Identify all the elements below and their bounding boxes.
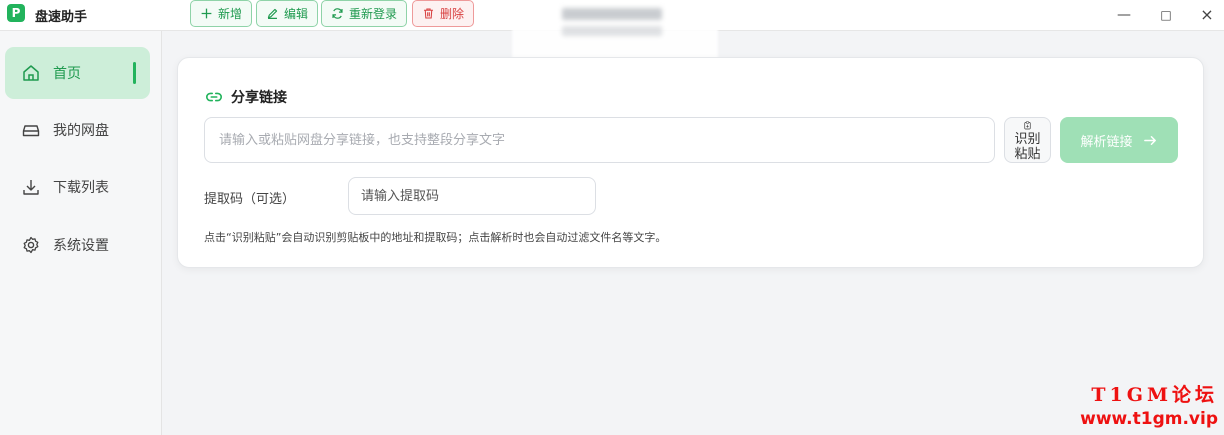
sidebar-item-label: 下载列表 — [53, 180, 109, 196]
sidebar-item-settings[interactable]: 系统设置 — [5, 219, 150, 271]
relogin-button-label: 重新登录 — [349, 7, 398, 21]
relogin-button[interactable]: 重新登录 — [321, 0, 408, 27]
drive-icon — [22, 125, 40, 137]
trash-icon — [424, 8, 433, 19]
sidebar-item-label: 我的网盘 — [53, 123, 109, 139]
share-link-input[interactable] — [204, 117, 995, 163]
plus-icon — [201, 8, 212, 19]
recognize-paste-button[interactable]: 识别 粘贴 — [1004, 117, 1051, 163]
link-icon — [206, 92, 222, 102]
parse-button-label: 解析链接 — [1080, 134, 1133, 150]
arrow-right-icon — [1143, 135, 1156, 145]
download-icon — [23, 180, 39, 195]
close-button[interactable]: × — [1197, 5, 1217, 25]
card-title: 分享链接 — [205, 87, 287, 107]
pencil-icon — [267, 8, 278, 19]
paste-button-line2: 粘贴 — [1014, 147, 1041, 162]
refresh-icon — [332, 8, 343, 19]
minimize-button[interactable]: — — [1114, 5, 1134, 25]
maximize-button[interactable]: □ — [1156, 5, 1176, 25]
sidebar-item-label: 系统设置 — [53, 238, 109, 254]
edit-button[interactable]: 编辑 — [256, 0, 319, 27]
parse-link-button[interactable]: 解析链接 — [1060, 117, 1178, 163]
delete-button[interactable]: 删除 — [412, 0, 475, 27]
sidebar-item-label: 首页 — [53, 66, 81, 82]
hint-text: 点击“识别粘贴”会自动识别剪贴板中的地址和提取码；点击解析时也会自动过滤文件名等… — [204, 231, 667, 244]
app-logo: P — [7, 4, 25, 22]
watermark-url: www.t1gm.vip — [1080, 409, 1218, 429]
clipboard-icon — [1024, 121, 1031, 130]
extract-code-label: 提取码（可选） — [204, 192, 296, 207]
add-button[interactable]: 新增 — [190, 0, 253, 27]
blurred-region — [512, 4, 718, 62]
app-title: 盘速助手 — [35, 10, 88, 25]
home-icon — [23, 65, 39, 81]
extract-code-input[interactable] — [348, 177, 596, 215]
sidebar-item-drive[interactable]: 我的网盘 — [5, 104, 150, 156]
delete-button-label: 删除 — [440, 7, 465, 21]
gear-icon — [23, 236, 39, 254]
add-button-label: 新增 — [218, 7, 243, 21]
sidebar: 首页 我的网盘 下载列表 系统设置 — [0, 31, 162, 435]
share-link-card: 分享链接 识别 粘贴 解析链接 提取码（可选） 点击“识别粘贴”会自动识别剪贴板… — [177, 57, 1204, 268]
paste-button-line1: 识别 — [1014, 132, 1041, 147]
watermark-title: T1GM论坛 — [1091, 384, 1218, 406]
active-indicator — [133, 62, 136, 84]
edit-button-label: 编辑 — [284, 7, 309, 21]
sidebar-item-downloads[interactable]: 下载列表 — [5, 161, 150, 213]
sidebar-item-home[interactable]: 首页 — [5, 47, 150, 99]
card-title-text: 分享链接 — [231, 90, 287, 106]
